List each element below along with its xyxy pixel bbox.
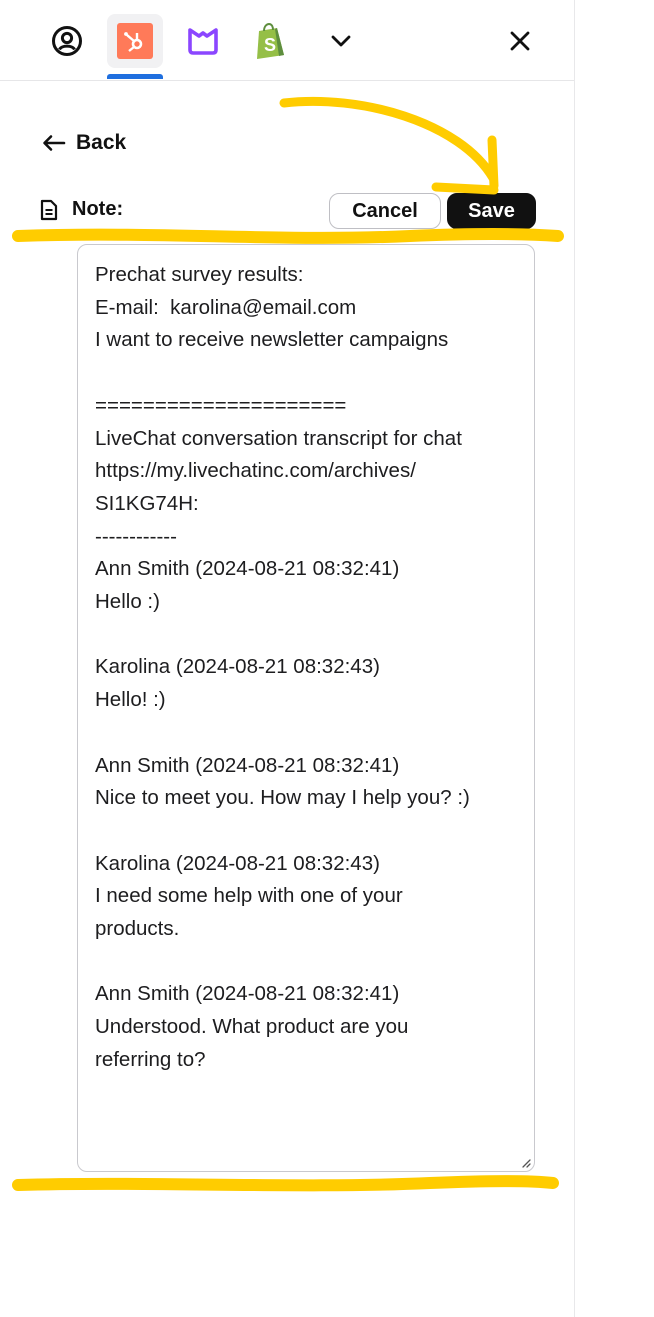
user-circle-icon	[52, 26, 82, 56]
active-tab-indicator	[107, 74, 163, 79]
note-textarea[interactable]: Prechat survey results: E-mail: karolina…	[77, 244, 535, 1172]
save-button[interactable]: Save	[447, 193, 536, 229]
livechat-app-tab[interactable]	[175, 14, 231, 68]
svg-text:S: S	[264, 35, 276, 55]
livechat-icon	[188, 28, 218, 55]
app-toolbar: S	[0, 0, 574, 81]
shopify-icon: S	[257, 22, 284, 59]
back-link[interactable]: Back	[42, 128, 126, 158]
shopify-app-tab[interactable]: S	[242, 14, 298, 68]
close-panel-button[interactable]	[492, 14, 548, 68]
note-label: Note:	[40, 198, 123, 221]
note-label-text: Note:	[72, 198, 124, 220]
chevron-down-icon	[331, 35, 351, 47]
arrow-left-icon	[43, 135, 66, 151]
profile-button[interactable]	[39, 14, 95, 68]
resize-handle-icon[interactable]	[521, 1158, 531, 1168]
cancel-button[interactable]: Cancel	[329, 193, 441, 229]
close-icon	[510, 31, 530, 51]
note-text: Prechat survey results: E-mail: karolina…	[95, 263, 470, 1071]
more-apps-button[interactable]	[313, 14, 369, 68]
document-icon	[40, 199, 58, 220]
hubspot-app-tab[interactable]	[107, 14, 163, 68]
hubspot-icon	[117, 23, 153, 59]
back-label: Back	[76, 131, 127, 154]
side-panel: S Back Note: Cancel Save Prechat survey …	[0, 0, 575, 1317]
